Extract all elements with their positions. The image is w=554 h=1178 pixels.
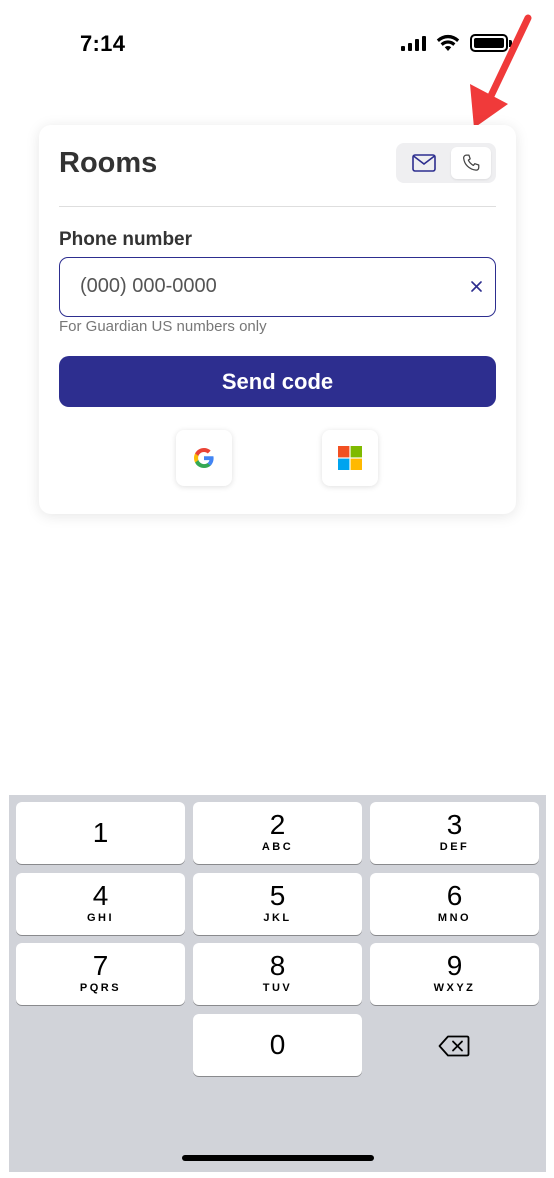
send-code-button[interactable]: Send code: [59, 356, 496, 407]
phone-input-container: [59, 257, 496, 317]
helper-text: For Guardian US numbers only: [59, 318, 267, 335]
key-8[interactable]: 8 TUV: [193, 943, 362, 1005]
mail-icon: [412, 154, 436, 172]
divider: [59, 206, 496, 207]
microsoft-logo-icon: [338, 446, 362, 470]
phone-number-label: Phone number: [59, 229, 193, 250]
key-0[interactable]: 0: [193, 1014, 362, 1076]
key-3[interactable]: 3 DEF: [370, 802, 539, 864]
login-method-toggle: [396, 143, 496, 183]
email-method-button[interactable]: [404, 147, 444, 179]
wifi-icon: [436, 34, 460, 51]
clear-input-button[interactable]: [467, 277, 485, 295]
key-6[interactable]: 6 MNO: [370, 873, 539, 935]
app-title: Rooms: [59, 147, 158, 179]
numeric-keypad: 1 2 ABC 3 DEF 4 GHI 5 JKL 6 MNO 7 PQRS 8…: [9, 795, 546, 1172]
status-time: 7:14: [80, 31, 126, 56]
microsoft-sign-in-button[interactable]: [322, 430, 378, 486]
key-2[interactable]: 2 ABC: [193, 802, 362, 864]
home-indicator: [182, 1155, 374, 1161]
phone-number-input[interactable]: [80, 258, 450, 315]
close-icon: [470, 280, 482, 292]
phone-method-button[interactable]: [451, 147, 491, 179]
backspace-icon: [438, 1035, 470, 1057]
login-card: Rooms Phone number For Guardian US numbe…: [39, 125, 516, 514]
key-5[interactable]: 5 JKL: [193, 873, 362, 935]
google-sign-in-button[interactable]: [176, 430, 232, 486]
google-logo-icon: [194, 448, 214, 468]
key-1[interactable]: 1: [16, 802, 185, 864]
key-9[interactable]: 9 WXYZ: [370, 943, 539, 1005]
cellular-signal-icon: [401, 35, 426, 51]
phone-icon: [463, 154, 480, 171]
delete-key[interactable]: [434, 1031, 474, 1061]
key-4[interactable]: 4 GHI: [16, 873, 185, 935]
key-7[interactable]: 7 PQRS: [16, 943, 185, 1005]
red-arrow-icon: [470, 14, 532, 128]
